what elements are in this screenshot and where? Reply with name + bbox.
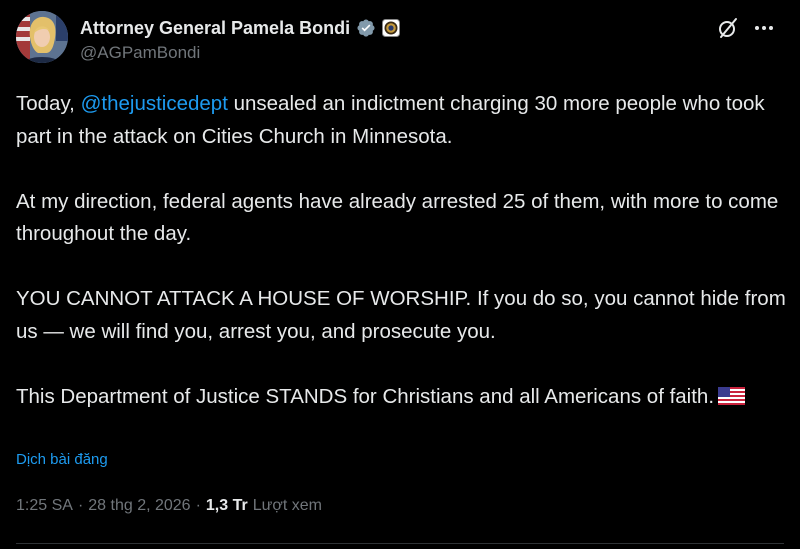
views-count: 1,3 Tr (205, 497, 248, 514)
divider (16, 543, 784, 544)
tweet-p1-before: Today, (16, 92, 81, 115)
tweet-paragraph-3: YOU CANNOT ATTACK A HOUSE OF WORSHIP. If… (16, 287, 786, 343)
translate-post-link[interactable]: Dịch bài đăng (16, 451, 108, 468)
views-label: Lượt xem (252, 497, 322, 514)
verified-badge-icon[interactable] (356, 18, 376, 38)
meta-separator: · (195, 497, 201, 514)
tweet-paragraph-4: This Department of Justice STANDS for Ch… (16, 381, 786, 414)
meta-separator: · (77, 497, 84, 514)
tweet-paragraph-1: Today, @thejusticedept unsealed an indic… (16, 88, 786, 153)
author-display-name[interactable]: Attorney General Pamela Bondi (80, 18, 350, 39)
us-flag-icon (718, 383, 746, 405)
mention-link[interactable]: @thejusticedept (81, 92, 228, 115)
more-icon[interactable] (752, 17, 776, 39)
tweet-text: Today, @thejusticedept unsealed an indic… (16, 88, 786, 413)
avatar[interactable] (16, 11, 68, 63)
post-date[interactable]: 28 thg 2, 2026 (88, 497, 190, 515)
author-handle[interactable]: @AGPamBondi (80, 43, 200, 63)
grok-icon[interactable] (717, 17, 739, 39)
affiliation-badge-icon[interactable] (382, 19, 401, 37)
author-name-row: Attorney General Pamela Bondi (80, 16, 401, 40)
post-metadata: 1:25 SA · 28 thg 2, 2026 · 1,3 Tr Lượt x… (16, 497, 322, 515)
tweet-p4-text: This Department of Justice STANDS for Ch… (16, 384, 715, 408)
post-time[interactable]: 1:25 SA (16, 497, 73, 515)
tweet-paragraph-2: At my direction, federal agents have alr… (16, 189, 779, 246)
